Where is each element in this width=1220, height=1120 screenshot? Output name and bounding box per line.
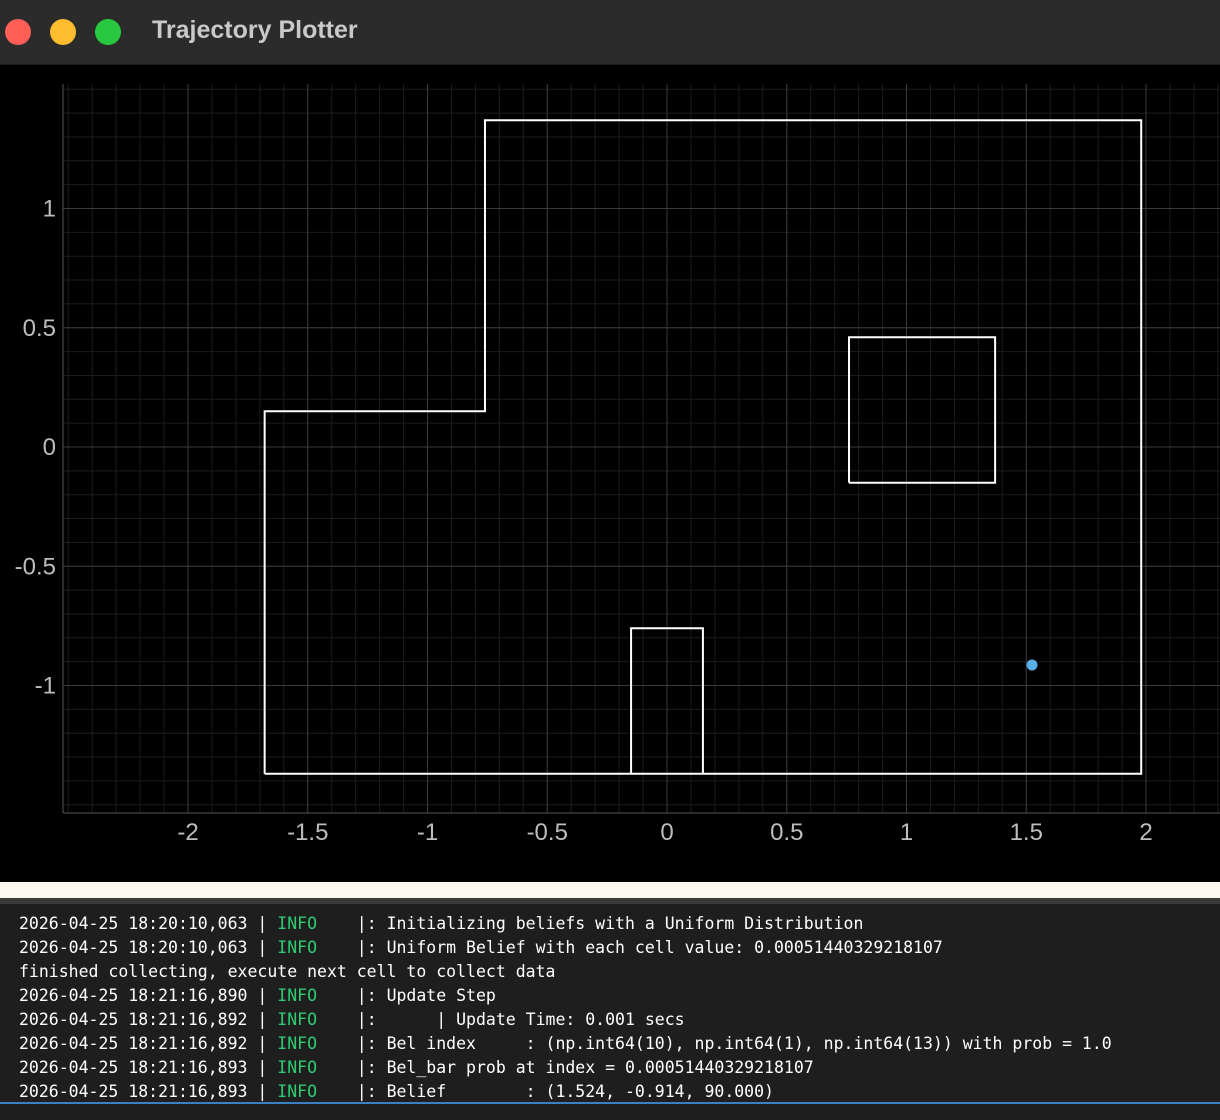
x-tick-label: -0.5 xyxy=(527,819,568,846)
log-message: |: Bel index : (np.int64(10), np.int64(1… xyxy=(317,1034,1112,1053)
console-divider xyxy=(0,898,1220,904)
y-tick-label: -1 xyxy=(35,673,56,700)
y-tick-label: 0.5 xyxy=(23,315,56,342)
x-tick-label: 1 xyxy=(900,819,913,846)
y-tick-label: -0.5 xyxy=(15,553,56,580)
x-tick-label: -2 xyxy=(177,819,198,846)
belief-point[interactable] xyxy=(1026,659,1038,671)
zoom-button[interactable] xyxy=(95,19,121,45)
log-level: INFO xyxy=(277,1082,318,1101)
x-tick-label: 0.5 xyxy=(770,819,803,846)
log-line: 2026-04-25 18:21:16,893 | INFO |: Bel_ba… xyxy=(19,1056,1112,1080)
x-tick-label: 1.5 xyxy=(1010,819,1043,846)
log-timestamp: finished collecting, execute next cell t… xyxy=(19,962,556,981)
log-list: 2026-04-25 18:20:10,063 | INFO |: Initia… xyxy=(19,912,1112,1104)
log-line: 2026-04-25 18:21:16,890 | INFO |: Update… xyxy=(19,984,1112,1008)
plotter-window: Trajectory Plotter -2 -1.5 -1 -0.5 0 0.5 1 1.5 2… xyxy=(0,0,1220,882)
title-bar[interactable]: Trajectory Plotter xyxy=(0,0,1220,65)
log-timestamp: 2026-04-25 18:20:10,063 | xyxy=(19,938,278,957)
log-message: |: Bel_bar prob at index = 0.00051440329… xyxy=(317,1058,814,1077)
log-level: INFO xyxy=(277,938,318,957)
log-timestamp: 2026-04-25 18:21:16,892 | xyxy=(19,1034,278,1053)
console-focus-line xyxy=(0,1102,1220,1104)
log-timestamp: 2026-04-25 18:21:16,892 | xyxy=(19,1010,278,1029)
log-line: finished collecting, execute next cell t… xyxy=(19,960,1112,984)
window-title: Trajectory Plotter xyxy=(152,16,358,44)
log-timestamp: 2026-04-25 18:21:16,893 | xyxy=(19,1082,278,1101)
log-level: INFO xyxy=(277,1058,318,1077)
log-message: |: | Update Time: 0.001 secs xyxy=(317,1010,685,1029)
log-line: 2026-04-25 18:21:16,893 | INFO |: Belief… xyxy=(19,1080,1112,1104)
console-output: 2026-04-25 18:20:10,063 | INFO |: Initia… xyxy=(0,898,1220,1120)
log-level: INFO xyxy=(277,986,318,1005)
log-level: INFO xyxy=(277,1010,318,1029)
log-message: |: Belief : (1.524, -0.914, 90.000) xyxy=(317,1082,774,1101)
x-tick-label: -1 xyxy=(417,819,438,846)
log-line: 2026-04-25 18:21:16,892 | INFO |: Bel in… xyxy=(19,1032,1112,1056)
log-message: |: Initializing beliefs with a Uniform D… xyxy=(317,914,864,933)
x-tick-label: 0 xyxy=(660,819,673,846)
y-tick-label: 0 xyxy=(43,434,56,461)
log-timestamp: 2026-04-25 18:21:16,893 | xyxy=(19,1058,278,1077)
close-button[interactable] xyxy=(5,19,31,45)
y-tick-label: 1 xyxy=(43,196,56,223)
log-line: 2026-04-25 18:20:10,063 | INFO |: Unifor… xyxy=(19,936,1112,960)
log-timestamp: 2026-04-25 18:20:10,063 | xyxy=(19,914,278,933)
log-timestamp: 2026-04-25 18:21:16,890 | xyxy=(19,986,278,1005)
log-line: 2026-04-25 18:21:16,892 | INFO |: | Upda… xyxy=(19,1008,1112,1032)
log-line: 2026-04-25 18:20:10,063 | INFO |: Initia… xyxy=(19,912,1112,936)
minimize-button[interactable] xyxy=(50,19,76,45)
log-message: |: Uniform Belief with each cell value: … xyxy=(317,938,943,957)
log-message: |: Update Step xyxy=(317,986,496,1005)
log-level: INFO xyxy=(277,914,318,933)
trajectory-plot[interactable]: -2 -1.5 -1 -0.5 0 0.5 1 1.5 2 1 0.5 0 -0.5 -1 xyxy=(0,64,1220,882)
x-tick-label: -1.5 xyxy=(287,819,328,846)
grid xyxy=(63,84,1220,813)
log-level: INFO xyxy=(277,1034,318,1053)
x-tick-label: 2 xyxy=(1139,819,1152,846)
wall-square-obstacle xyxy=(848,336,997,484)
